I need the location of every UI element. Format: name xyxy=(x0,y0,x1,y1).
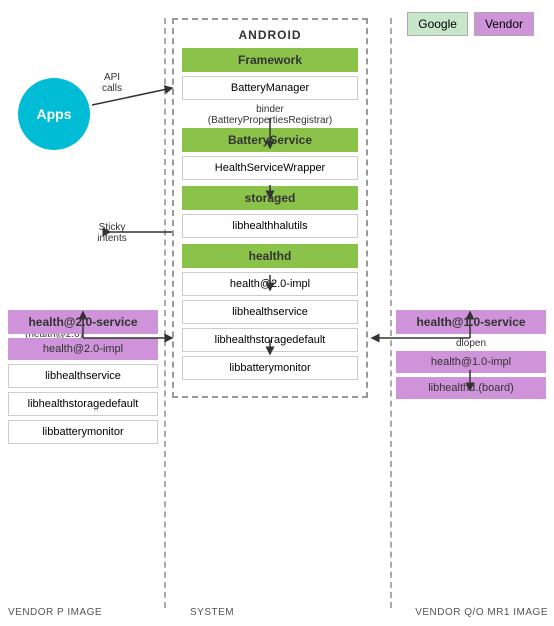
libhealthstoragedefault-block-center: libhealthstoragedefault xyxy=(182,328,358,352)
health-service-wrapper-block: HealthServiceWrapper xyxy=(182,156,358,180)
vendor-p-libhealthservice: libhealthservice xyxy=(8,364,158,388)
vendor-p-impl: health@2.0-impl xyxy=(8,338,158,360)
vendor-p-libhealthstoragedefault: libhealthstoragedefault xyxy=(8,392,158,416)
google-label: Google xyxy=(407,12,468,36)
diagram-container: Google Vendor Apps API calls Sticky inte… xyxy=(0,0,554,626)
healthd-block: healthd xyxy=(182,244,358,268)
vendor-qo-column: health@1.0-service dlopen health@1.0-imp… xyxy=(396,310,546,403)
vendor-p-libbatterymonitor: libbatterymonitor xyxy=(8,420,158,444)
libhealthservice-block-center: libhealthservice xyxy=(182,300,358,324)
vendor-label: Vendor xyxy=(474,12,534,36)
right-separator xyxy=(390,18,392,608)
sticky-intents-label: Sticky intents xyxy=(82,222,142,244)
libhealthhalutils-block: libhealthhalutils xyxy=(182,214,358,238)
binder-label: binder (BatteryPropertiesRegistrar) xyxy=(182,104,358,126)
vendor-qo-header: health@1.0-service xyxy=(396,310,546,334)
battery-manager-block: BatteryManager xyxy=(182,76,358,100)
vendor-p-header: health@2.0-service xyxy=(8,310,158,334)
vendor-p-col-label: VENDOR P IMAGE xyxy=(8,607,102,618)
vendor-qo-libhealthd-board: libhealthd.(board) xyxy=(396,377,546,399)
android-column: ANDROID Framework BatteryManager binder … xyxy=(172,18,368,398)
dlopen-label: dlopen xyxy=(396,338,546,349)
apps-circle: Apps xyxy=(18,78,90,150)
vendor-qo-col-label: VENDOR Q/O MR1 IMAGE xyxy=(415,607,548,618)
framework-block: Framework xyxy=(182,48,358,72)
battery-service-block: BatteryService xyxy=(182,128,358,152)
android-title: ANDROID xyxy=(182,28,358,42)
left-separator xyxy=(164,18,166,608)
api-calls-label: API calls xyxy=(82,72,142,94)
vendor-p-column: health@2.0-service health@2.0-impl libhe… xyxy=(8,310,158,448)
top-labels: Google Vendor xyxy=(407,12,534,36)
libbatterymonitor-block-center: libbatterymonitor xyxy=(182,356,358,380)
vendor-qo-impl: health@1.0-impl xyxy=(396,351,546,373)
system-col-label: SYSTEM xyxy=(190,607,234,618)
health-impl-block: health@2.0-impl xyxy=(182,272,358,296)
storaged-block: storaged xyxy=(182,186,358,210)
